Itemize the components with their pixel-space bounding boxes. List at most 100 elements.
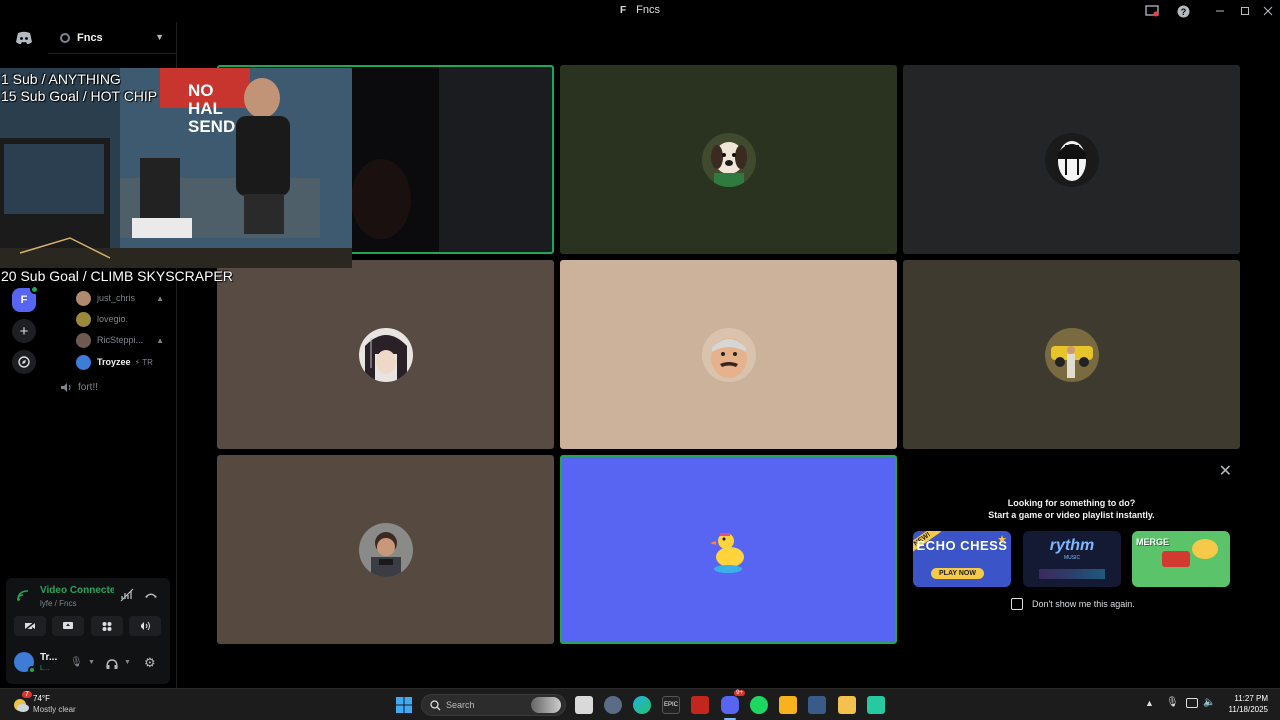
chevron-down-icon[interactable]: ▼ [88,659,95,666]
car-avatar [1045,328,1099,382]
headphones-icon[interactable] [106,657,118,675]
room-banner: NO HAL SEND [188,82,236,136]
clock-date[interactable]: 11/18/2025 [1222,705,1268,714]
current-user-status: L... [40,665,50,672]
task-view-icon[interactable] [575,696,593,714]
voice-member[interactable]: RicSteppi... ▲ [76,331,176,349]
video-tile[interactable] [560,260,897,449]
video-tile[interactable] [903,65,1240,254]
soundboard-button[interactable] [129,616,161,636]
camera-off-icon [24,621,36,631]
activity-card-echo-chess[interactable]: NEW! ECHO CHESS PLAY NOW ★ [913,531,1011,587]
coins-icon [1192,539,1218,559]
dont-show-checkbox[interactable]: Don't show me this again. [1011,598,1135,610]
taskbar-search[interactable]: Search [421,694,566,716]
svg-text:?: ? [1180,6,1186,16]
volume-icon[interactable]: 🔈 [1203,697,1215,708]
person-avatar [359,523,413,577]
voice-member[interactable]: Troyzee ⚡ TR [76,353,176,371]
soundboard-icon [141,621,150,631]
file-explorer-icon[interactable] [838,696,856,714]
video-tile-speaking[interactable] [560,455,897,644]
spotify-icon[interactable] [750,696,768,714]
noise-suppression-icon[interactable] [120,588,134,602]
discord-home-icon[interactable] [12,26,36,50]
weather-icon[interactable]: 7 [11,691,32,714]
activities-icon [102,622,112,631]
close-icon[interactable]: ✕ [1219,461,1232,481]
add-server-icon[interactable]: + [12,319,36,343]
sub-goal-2: 15 Sub Goal / HOT CHIP [1,88,158,104]
voice-channel-fort[interactable]: fort!! [60,382,98,393]
video-tile[interactable] [217,455,554,644]
voice-member[interactable]: lovegio. [76,310,176,328]
activity-card-rythm[interactable]: rythm MUSIC [1023,531,1121,587]
cartoon-avatar [702,328,756,382]
mask-avatar [1045,133,1099,187]
edge-browser-icon[interactable] [633,696,651,714]
maximize-icon[interactable] [1237,3,1253,19]
windows-start-icon[interactable] [395,696,413,714]
weather-desc: Mostly clear [33,705,76,714]
voice-member[interactable]: just_chris ▲ [76,289,176,307]
server-settings-icon [60,32,70,43]
chevron-up-icon[interactable]: ▲ [1145,698,1154,708]
rythm-preview [1039,569,1105,579]
duck-avatar [702,523,756,577]
inbox-icon[interactable] [1144,3,1160,19]
chevron-down-icon: ▼ [155,32,164,42]
network-icon[interactable] [1186,698,1198,708]
status-online-icon [28,666,36,674]
epic-games-icon[interactable]: EPIC [662,696,680,714]
capcut-icon[interactable] [691,696,709,714]
voice-connection-panel: Video Connecte lyfe / Fncs Tr... L... 🎙 … [6,578,170,684]
chevron-down-icon[interactable]: ▼ [124,659,131,666]
close-window-icon[interactable] [1260,3,1276,19]
activity-suggestion-panel: ✕ Looking for something to do? Start a g… [903,455,1240,645]
app-icon[interactable] [867,696,885,714]
avatar [76,332,91,348]
video-tile[interactable] [560,65,897,254]
gear-icon[interactable]: ⚙ [144,656,156,669]
screen-share-icon [63,622,73,629]
checkbox-icon[interactable] [1011,598,1023,610]
video-tile[interactable] [217,260,554,449]
connection-location[interactable]: lyfe / Fncs [40,599,76,608]
clock-time[interactable]: 11:27 PM [1226,694,1268,703]
playstation-icon: ▲ [156,293,164,303]
activities-button[interactable] [91,616,123,636]
avatar [76,311,91,327]
store-icon[interactable] [808,696,826,714]
settings-icon[interactable] [604,696,622,714]
activity-prompt: Looking for something to do? Start a gam… [988,498,1155,520]
disconnect-icon[interactable] [144,588,158,602]
sub-goal-3: 20 Sub Goal / CLIMB SKYSCRAPER [1,268,233,284]
camera-off-button[interactable] [14,616,46,636]
dog-avatar [702,133,756,187]
mute-icon[interactable]: 🎙 [70,657,83,668]
server-header[interactable]: Fncs ▼ [48,22,176,54]
discord-taskbar-icon[interactable]: 9+ [721,690,745,720]
avatar[interactable] [14,652,36,674]
discover-icon[interactable] [12,350,36,374]
truck-icon [1162,551,1190,567]
weather-temp: 74°F [33,694,50,703]
screen-share-button[interactable] [52,616,84,636]
activity-card-merge[interactable]: MERGE [1132,531,1230,587]
help-icon[interactable]: ? [1175,3,1191,19]
minimize-icon[interactable] [1212,3,1228,19]
connection-status: Video Connecte [40,585,114,596]
server-icon-fncs[interactable]: F [12,285,39,312]
star-icon: ★ [997,534,1007,546]
video-tile[interactable] [903,260,1240,449]
title-bar: F Fncs ? [0,0,1280,22]
voice-indicator-icon [30,285,39,294]
sticky-notes-icon[interactable] [779,696,797,714]
window-title: F Fncs [620,4,660,16]
server-glyph: F [620,5,627,16]
sub-goal-1: 1 Sub / ANYTHING [1,71,121,87]
microphone-icon[interactable]: 🎙 [1166,697,1179,708]
search-highlight-icon [531,697,561,713]
signal-icon [16,588,30,602]
server-name: Fncs [77,31,103,44]
